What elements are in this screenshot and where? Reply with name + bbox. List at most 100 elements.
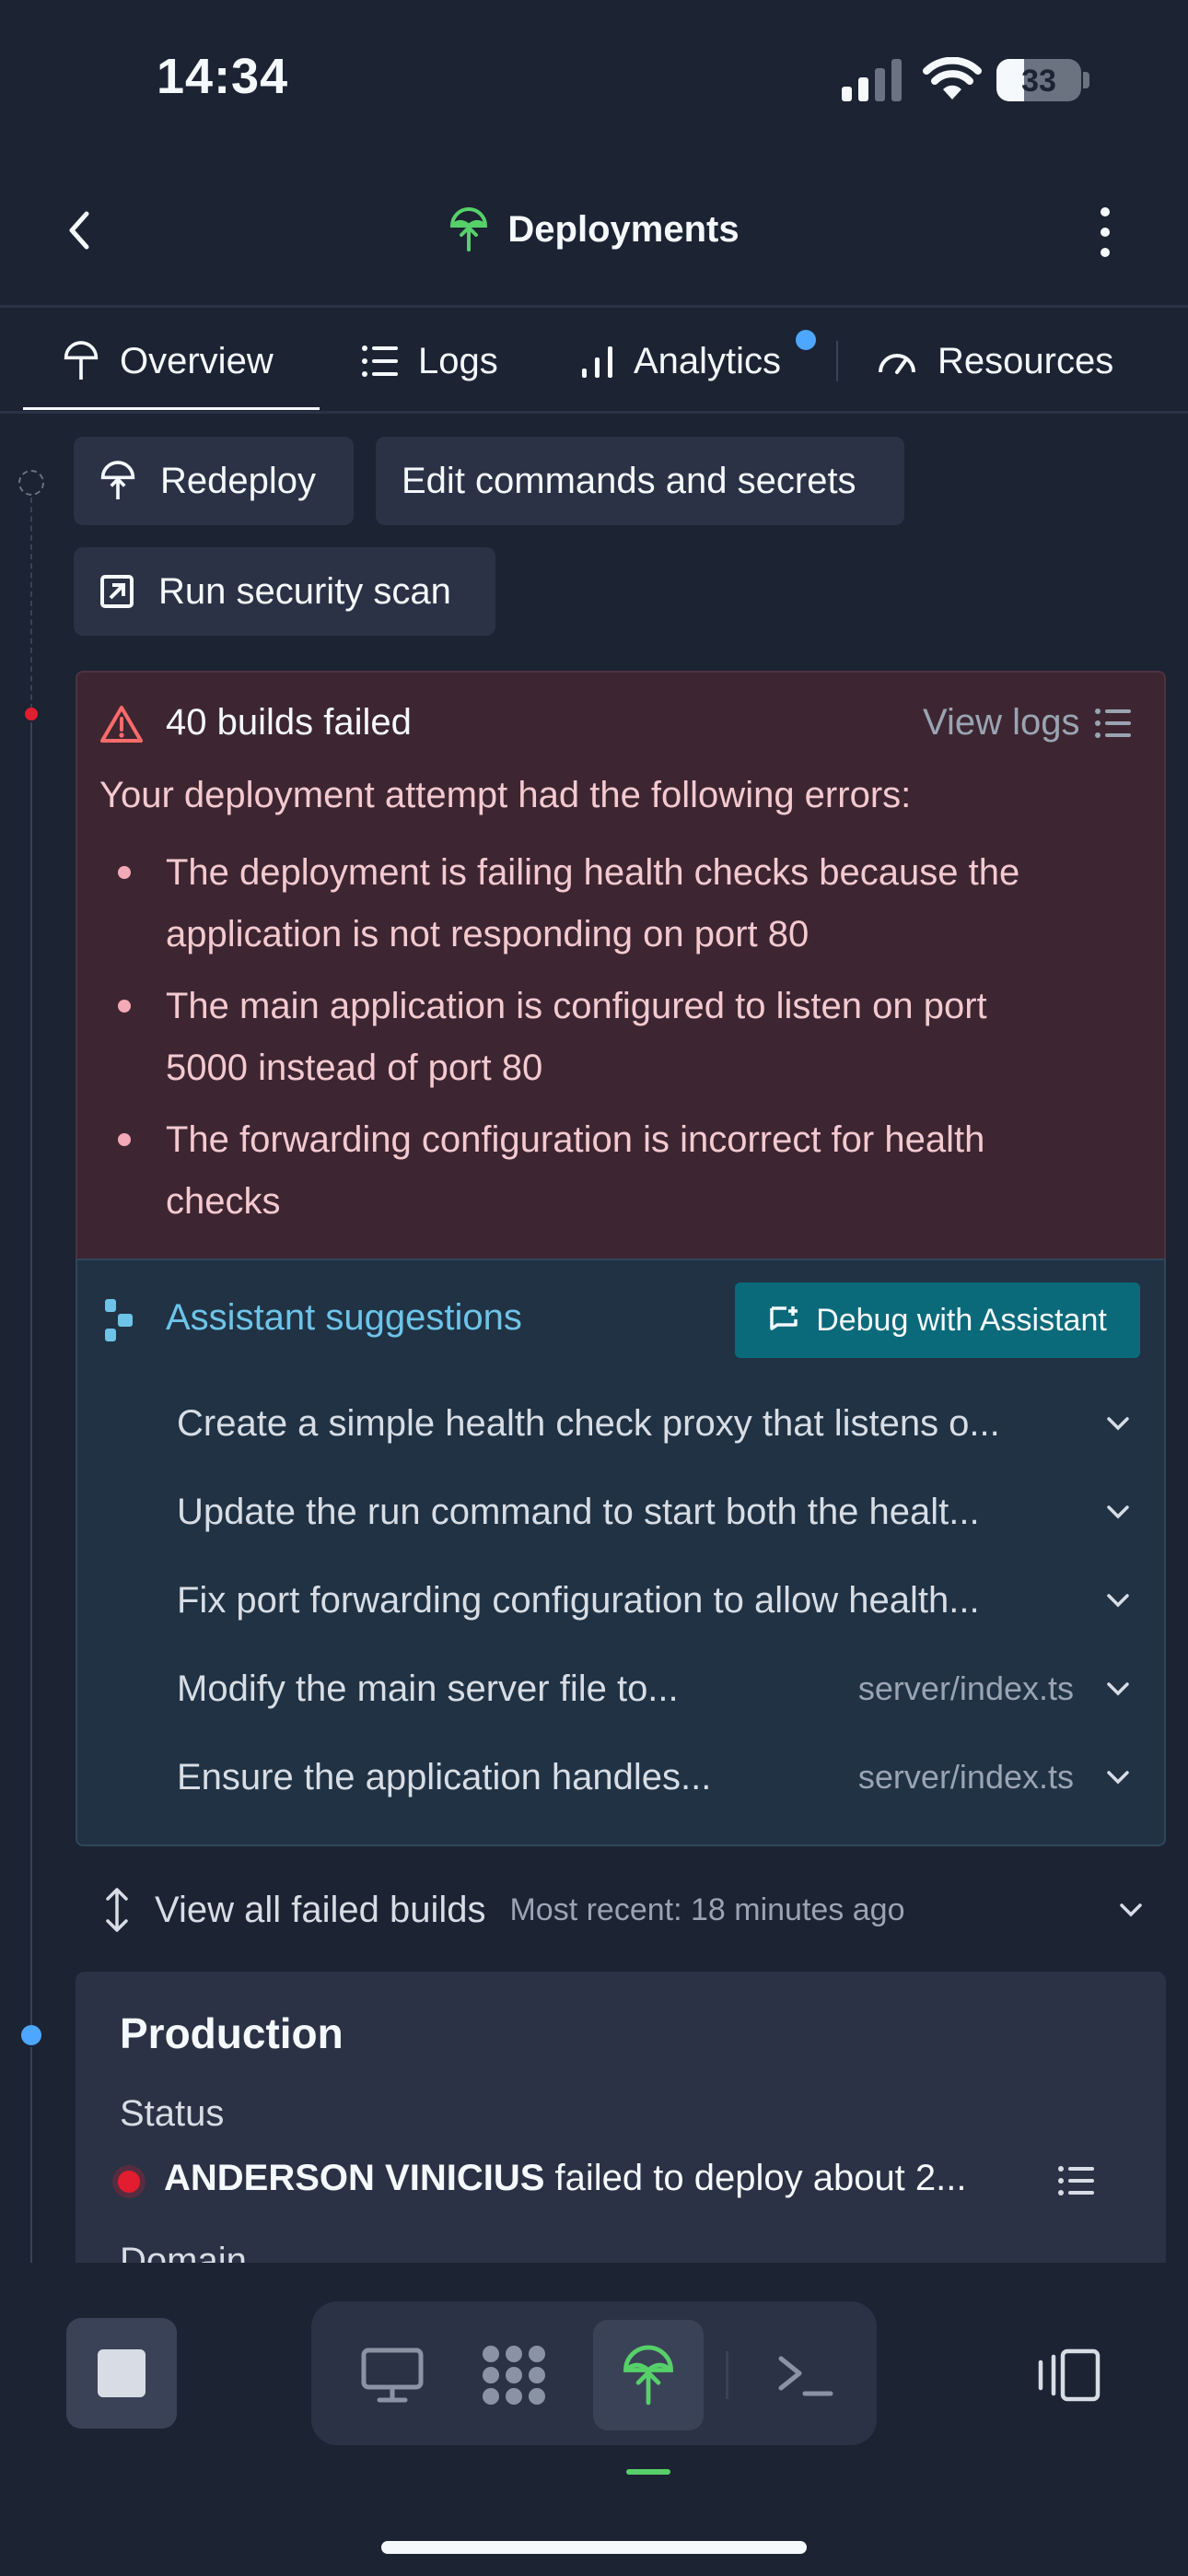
deploy-status-text: ANDERSON VINICIUS failed to deploy about…	[164, 2158, 967, 2199]
tab-resources-label: Resources	[938, 340, 1114, 381]
tab-separator	[836, 341, 838, 381]
suggestion-text: Ensure the application handles...	[177, 1756, 712, 1797]
error-item-3-line1: The forwarding configuration is incorrec…	[166, 1119, 985, 1160]
list-icon[interactable]	[1057, 2165, 1094, 2196]
chevron-down-icon	[1101, 1407, 1135, 1440]
bullet	[118, 1000, 131, 1013]
error-item-1-line2: application is not responding on port 80	[166, 914, 809, 954]
deploy-icon	[63, 341, 99, 381]
timeline-failed-dot	[25, 708, 38, 720]
gauge-icon	[877, 346, 917, 376]
edit-commands-button[interactable]: Edit commands and secrets	[376, 437, 904, 525]
security-scan-button[interactable]: Run security scan	[74, 547, 495, 636]
error-intro: Your deployment attempt had the followin…	[99, 775, 912, 815]
timeline-production-dot	[21, 2025, 41, 2045]
view-failed-builds-row[interactable]: View all failed builds Most recent: 18 m…	[76, 1879, 1166, 1940]
production-title: Production	[120, 2009, 344, 2057]
timeline-dashed-line	[30, 498, 32, 709]
debug-with-assistant-button[interactable]: Debug with Assistant	[735, 1282, 1140, 1358]
tab-overview-label: Overview	[120, 340, 274, 381]
assistant-title: Assistant suggestions	[166, 1297, 522, 1338]
warning-icon	[99, 704, 144, 744]
redeploy-button[interactable]: Redeploy	[74, 437, 354, 525]
side-panel-icon	[1035, 2348, 1101, 2403]
deploy-user: ANDERSON VINICIUS	[164, 2158, 545, 2198]
timeline-line	[30, 722, 32, 2031]
more-menu-button[interactable]	[1087, 205, 1124, 260]
chevron-down-icon	[1101, 1584, 1135, 1617]
tab-analytics[interactable]: Analytics	[582, 334, 781, 389]
stop-button[interactable]	[66, 2318, 177, 2429]
active-dock-indicator	[626, 2469, 670, 2475]
terminal-icon	[775, 2351, 834, 2399]
suggestion-file: server/index.ts	[857, 1669, 1074, 1707]
notification-badge	[796, 330, 816, 350]
signal-icon	[842, 59, 903, 101]
chevron-down-icon	[1101, 1672, 1135, 1705]
nav-divider	[0, 305, 1188, 308]
view-failed-builds-label: View all failed builds	[155, 1889, 486, 1930]
suggestion-text: Create a simple health check proxy that …	[177, 1402, 1000, 1444]
suggestion-row[interactable]: Ensure the application handles... server…	[177, 1750, 1135, 1805]
suggestion-file: server/index.ts	[857, 1758, 1074, 1796]
chevron-down-icon	[1114, 1893, 1147, 1926]
switch-panes-button[interactable]	[1013, 2320, 1124, 2430]
redeploy-label: Redeploy	[160, 460, 317, 501]
suggestion-text: Modify the main server file to...	[177, 1668, 679, 1709]
battery-tip	[1083, 72, 1089, 88]
page-title: Deployments	[0, 207, 1188, 252]
deploy-icon	[621, 2345, 676, 2406]
suggestion-text: Fix port forwarding configuration to all…	[177, 1579, 980, 1621]
status-error-dot	[118, 2171, 140, 2193]
page-title-text: Deployments	[507, 208, 740, 250]
bar-chart-icon	[582, 345, 613, 378]
active-tab-indicator	[23, 407, 320, 410]
edit-commands-label: Edit commands and secrets	[402, 460, 856, 501]
timeline-line-bottom	[30, 2047, 32, 2268]
dock-shell-button[interactable]	[750, 2320, 860, 2430]
tabs-divider	[0, 411, 1188, 414]
suggestion-row[interactable]: Create a simple health check proxy that …	[177, 1396, 1135, 1451]
dock-deployments-button[interactable]	[593, 2320, 704, 2430]
view-logs-link[interactable]: View logs	[923, 702, 1132, 744]
expand-vertical-icon	[103, 1886, 131, 1934]
dock-webview-button[interactable]	[337, 2320, 448, 2430]
suggestion-row[interactable]: Modify the main server file to... server…	[177, 1661, 1135, 1716]
chat-plus-icon	[768, 1305, 801, 1336]
apps-grid-icon	[479, 2342, 549, 2408]
error-item-3-line2: checks	[166, 1181, 281, 1222]
bullet	[118, 1133, 131, 1146]
battery-level: 33	[1021, 64, 1056, 99]
suggestion-text: Update the run command to start both the…	[177, 1491, 980, 1532]
view-logs-label: View logs	[923, 702, 1080, 743]
tab-analytics-label: Analytics	[634, 340, 782, 381]
tab-logs[interactable]: Logs	[361, 334, 498, 389]
deploy-icon	[99, 461, 136, 501]
list-icon	[361, 345, 398, 378]
stop-icon	[98, 2349, 146, 2397]
timeline-pending-dot	[18, 470, 44, 496]
wifi-icon	[923, 57, 982, 101]
dock-separator	[726, 2351, 728, 2399]
error-item-1-line1: The deployment is failing health checks …	[166, 852, 1020, 893]
most-recent-text: Most recent: 18 minutes ago	[509, 1891, 905, 1927]
battery-indicator: 33	[996, 59, 1081, 101]
dock-apps-button[interactable]	[459, 2320, 569, 2430]
deploy-icon	[448, 207, 489, 252]
error-item-2-line1: The main application is configured to li…	[166, 986, 987, 1026]
status-label: Status	[120, 2093, 225, 2134]
security-scan-label: Run security scan	[158, 570, 451, 612]
suggestion-row[interactable]: Fix port forwarding configuration to all…	[177, 1573, 1135, 1628]
error-title: 40 builds failed	[166, 702, 412, 743]
monitor-icon	[361, 2348, 424, 2403]
debug-button-label: Debug with Assistant	[816, 1302, 1107, 1338]
deploy-status-message: failed to deploy about 2...	[544, 2158, 967, 2198]
error-item-2-line2: 5000 instead of port 80	[166, 1048, 543, 1088]
bullet	[118, 866, 131, 879]
assistant-icon	[103, 1297, 136, 1343]
suggestion-row[interactable]: Update the run command to start both the…	[177, 1484, 1135, 1540]
tab-overview[interactable]: Overview	[63, 334, 274, 389]
external-link-icon	[99, 574, 134, 609]
chevron-down-icon	[1101, 1495, 1135, 1528]
tab-resources[interactable]: Resources	[877, 334, 1113, 389]
